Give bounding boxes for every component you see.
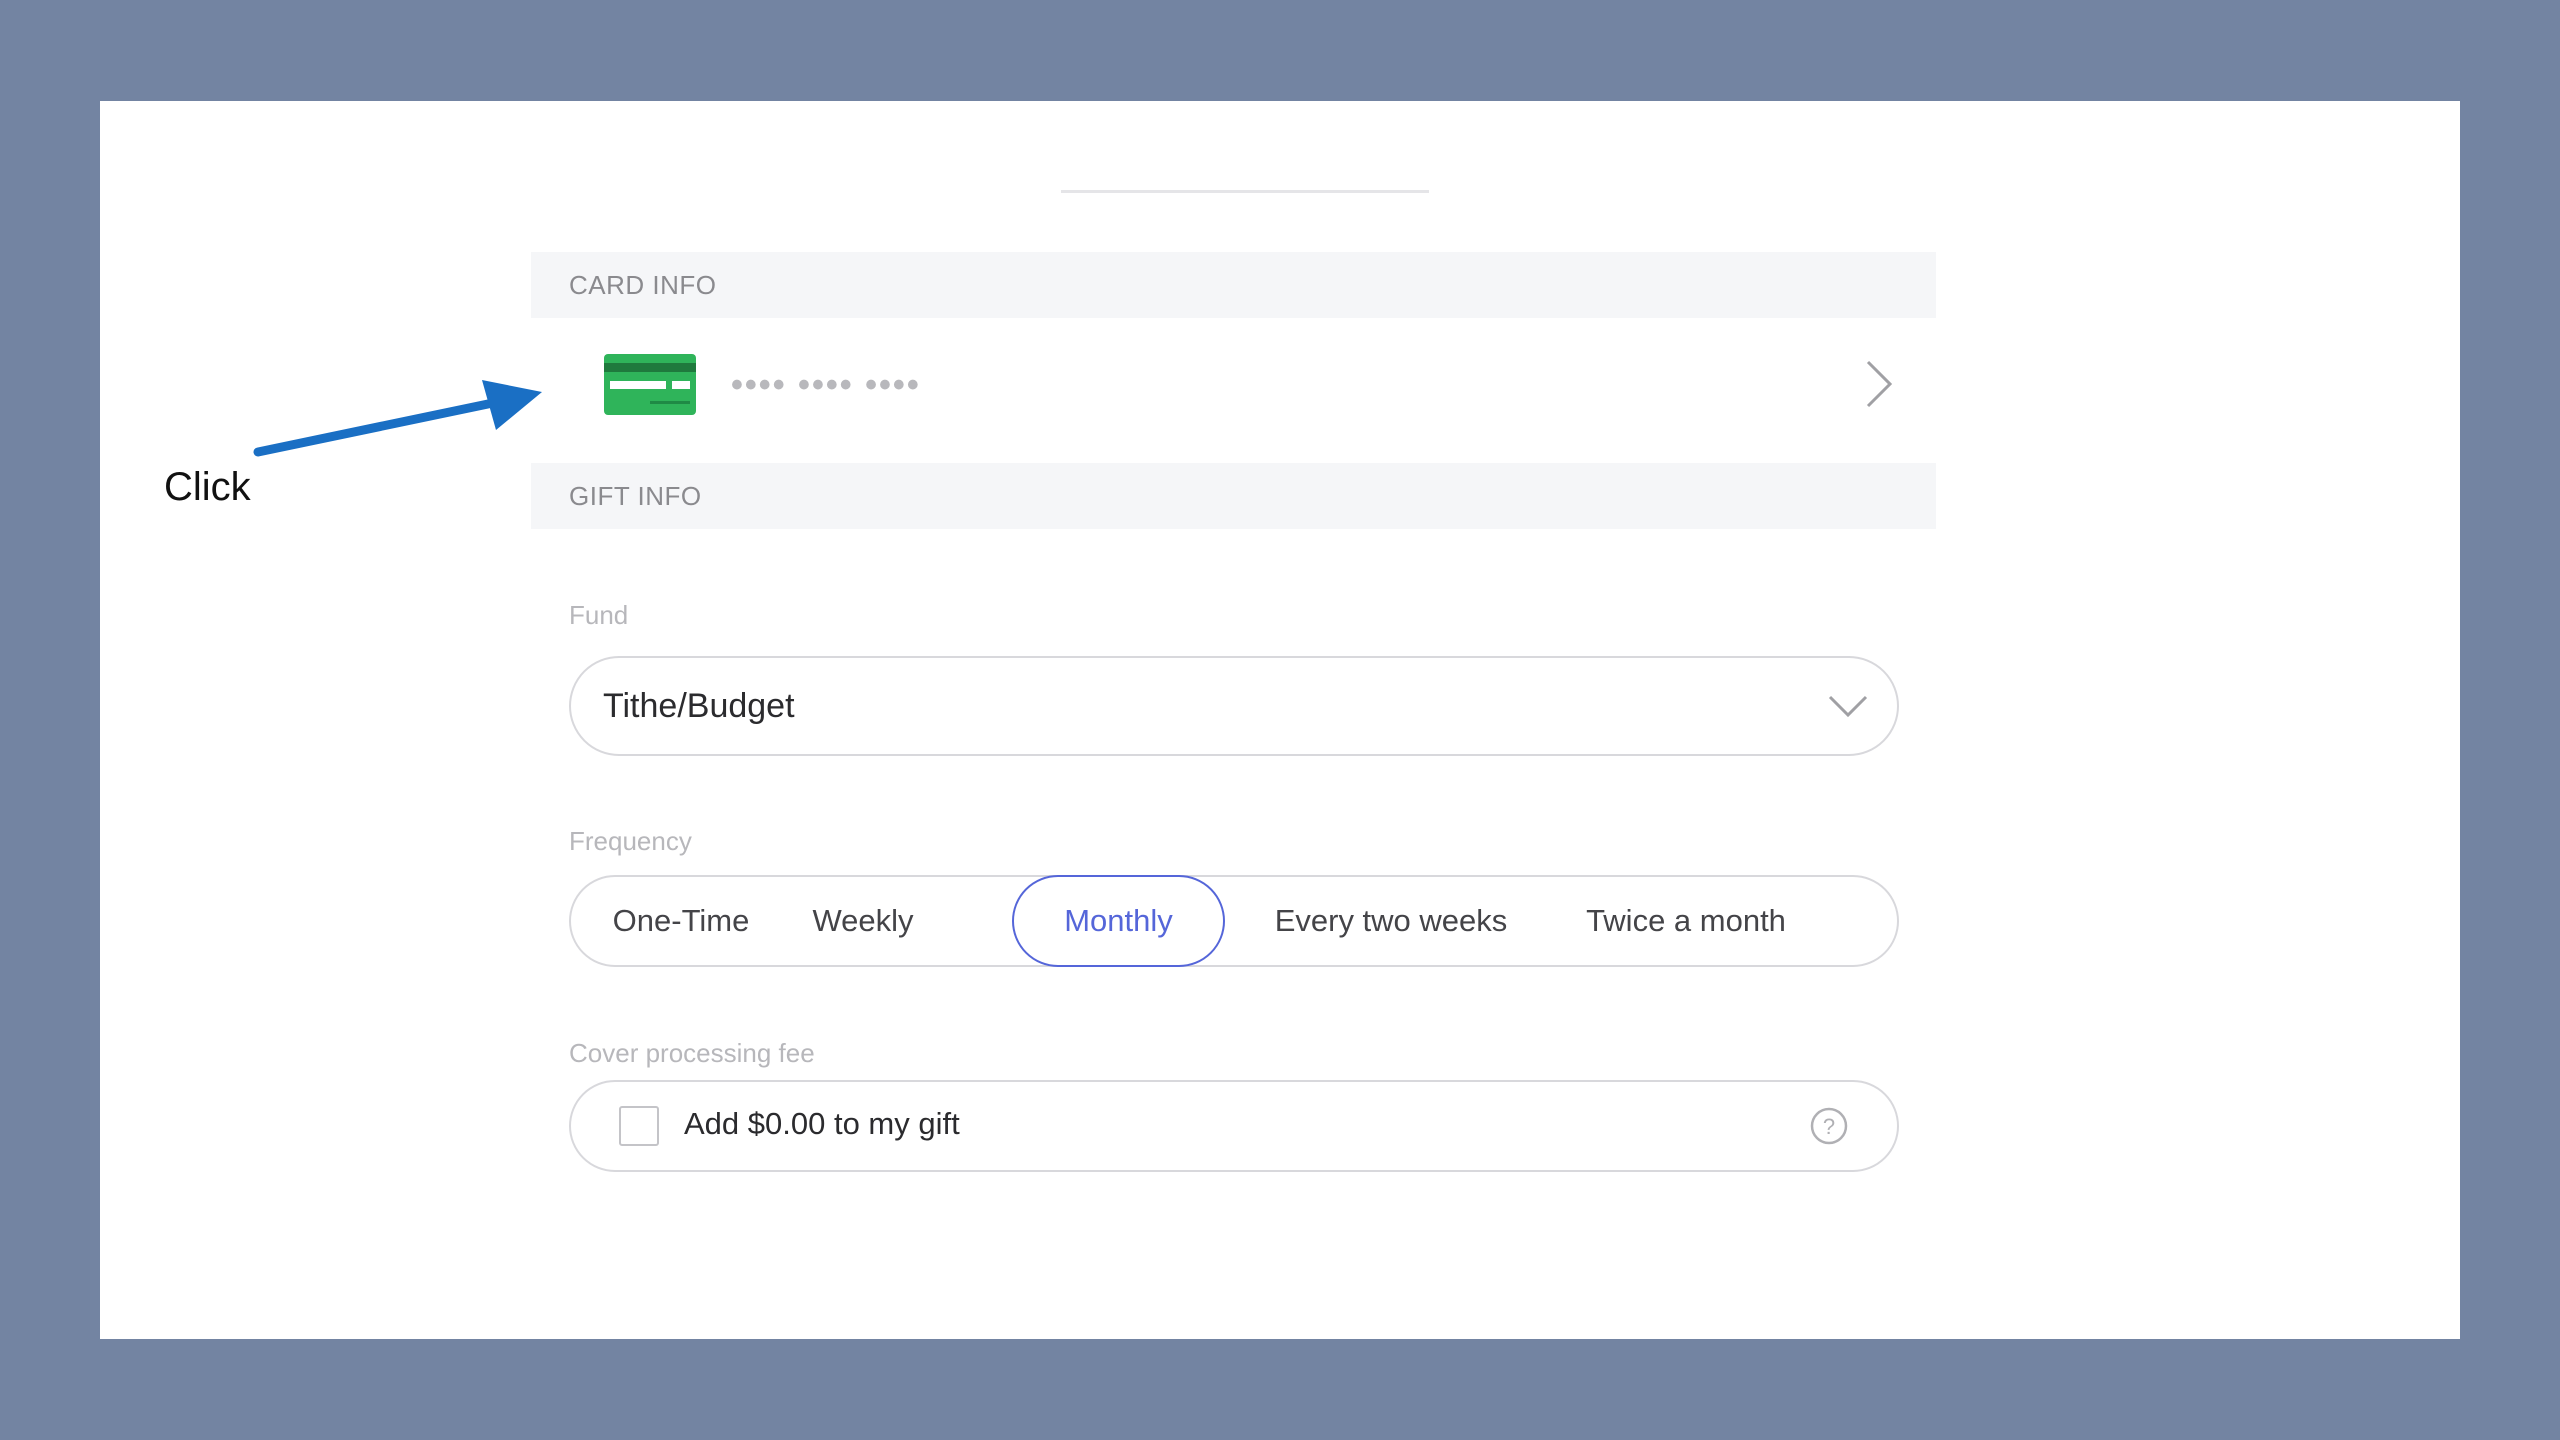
svg-text:?: ?	[1823, 1114, 1835, 1139]
frequency-label: Frequency	[569, 826, 692, 856]
click-annotation-label: Click	[164, 465, 251, 509]
chevron-right-icon[interactable]	[1864, 358, 1894, 410]
processing-fee-checkbox[interactable]	[619, 1106, 659, 1146]
frequency-selector: One-Time Weekly Monthly Every two weeks …	[569, 875, 1899, 967]
fund-label: Fund	[569, 600, 629, 630]
frequency-option-weekly[interactable]: Weekly	[793, 875, 933, 967]
frequency-option-twice-a-month[interactable]: Twice a month	[1571, 875, 1801, 967]
gift-info-header: GIFT INFO	[531, 463, 1936, 529]
card-info-header-label: CARD INFO	[569, 269, 717, 300]
progress-indicator	[1061, 190, 1429, 193]
card-info-header: CARD INFO	[531, 252, 1936, 318]
annotation-arrow-icon	[253, 380, 542, 457]
frequency-option-every-two-weeks[interactable]: Every two weeks	[1261, 875, 1521, 967]
question-circle-icon[interactable]: ?	[1809, 1106, 1849, 1146]
credit-card-icon	[604, 354, 696, 415]
processing-fee-text[interactable]: Add $0.00 to my gift	[684, 1106, 960, 1142]
frequency-option-one-time[interactable]: One-Time	[601, 875, 761, 967]
fund-select-value: Tithe/Budget	[603, 686, 795, 725]
card-selector-row[interactable]: •••• •••• ••••	[531, 318, 1936, 463]
processing-fee-box: Add $0.00 to my gift ?	[569, 1080, 1899, 1172]
card-number-masked: •••• •••• ••••	[731, 366, 921, 404]
chevron-down-icon	[1828, 695, 1868, 718]
frequency-option-monthly[interactable]: Monthly	[1012, 875, 1225, 967]
processing-fee-label: Cover processing fee	[569, 1038, 815, 1068]
fund-select[interactable]: Tithe/Budget	[569, 656, 1899, 756]
gift-info-header-label: GIFT INFO	[569, 480, 702, 511]
